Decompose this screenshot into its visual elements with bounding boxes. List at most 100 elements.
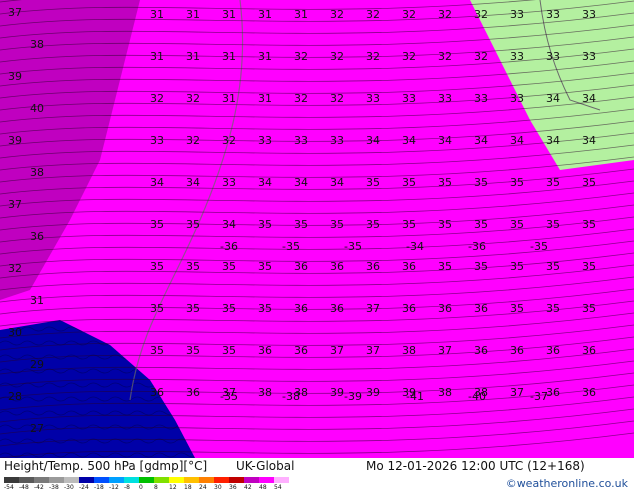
temperature-label: 34	[546, 92, 560, 105]
temperature-label: 35	[222, 344, 236, 357]
scale-tick-label: 0	[139, 484, 143, 489]
temperature-label: 32	[330, 8, 344, 21]
temperature-label: -36	[468, 240, 486, 253]
temperature-label: 36	[402, 260, 416, 273]
temperature-label: 31	[186, 50, 200, 63]
temperature-label: 32	[402, 8, 416, 21]
temperature-label: 37	[8, 6, 22, 19]
temperature-label: 39	[366, 386, 380, 399]
temperature-label: 31	[30, 294, 44, 307]
temperature-label: 36	[330, 260, 344, 273]
temperature-label: 35	[150, 260, 164, 273]
temperature-label: 32	[186, 92, 200, 105]
temperature-label: 31	[222, 50, 236, 63]
valid-time: Mo 12-01-2026 12:00 UTC (12+168)	[366, 459, 585, 473]
temperature-label: 36	[582, 386, 596, 399]
temperature-label: 35	[186, 218, 200, 231]
temperature-label: 30	[8, 326, 22, 339]
temperature-label: 38	[30, 38, 44, 51]
temperature-label: 32	[438, 8, 452, 21]
scale-swatch	[184, 477, 199, 483]
temperature-label: 38	[402, 344, 416, 357]
temperature-label: 36	[30, 230, 44, 243]
temperature-label: 34	[366, 134, 380, 147]
scale-tick-label: 24	[199, 484, 207, 489]
temperature-label: -35	[530, 240, 548, 253]
scale-tick-label: -38	[49, 484, 59, 489]
temperature-label: 32	[294, 92, 308, 105]
temperature-label: 36	[258, 344, 272, 357]
temperature-label: 36	[582, 344, 596, 357]
temperature-label: 34	[258, 176, 272, 189]
scale-swatch	[79, 477, 94, 483]
temperature-label: 36	[546, 386, 560, 399]
temperature-label: 35	[258, 260, 272, 273]
temperature-label: 34	[438, 134, 452, 147]
temperature-label: 34	[582, 92, 596, 105]
temperature-label: 39	[8, 70, 22, 83]
scale-tick-label: -24	[79, 484, 89, 489]
temperature-label: 29	[30, 358, 44, 371]
temperature-label: 40	[30, 102, 44, 115]
temperature-label: 35	[582, 260, 596, 273]
temperature-label: 36	[150, 386, 164, 399]
temperature-label: 34	[150, 176, 164, 189]
temperature-label: 36	[546, 344, 560, 357]
temperature-label: 35	[186, 344, 200, 357]
temperature-label: 32	[222, 134, 236, 147]
temperature-label: 32	[402, 50, 416, 63]
temperature-label: 33	[510, 92, 524, 105]
temperature-label: 36	[294, 260, 308, 273]
temperature-label: 36	[186, 386, 200, 399]
temperature-label: 36	[510, 344, 524, 357]
temperature-label: 35	[546, 176, 560, 189]
scale-tick-label: -42	[34, 484, 44, 489]
temperature-label: -37	[530, 390, 548, 403]
scale-tick-label: 54	[274, 484, 282, 489]
temperature-label: 33	[402, 92, 416, 105]
temperature-label: 33	[294, 134, 308, 147]
temperature-label: 32	[474, 50, 488, 63]
credit-link[interactable]: ©weatheronline.co.uk	[506, 477, 628, 490]
temperature-label: 35	[258, 218, 272, 231]
temperature-label: 34	[330, 176, 344, 189]
temperature-label: 37	[8, 198, 22, 211]
scale-swatch	[139, 477, 154, 483]
temperature-label: 35	[546, 302, 560, 315]
temperature-label: 35	[510, 176, 524, 189]
temperature-label: -35	[282, 240, 300, 253]
temperature-label: -36	[220, 240, 238, 253]
temperature-label: 31	[258, 50, 272, 63]
temperature-label: 31	[150, 50, 164, 63]
temperature-label: 39	[330, 386, 344, 399]
scale-swatch	[229, 477, 244, 483]
temperature-label: -35	[220, 390, 238, 403]
temperature-label: 38	[258, 386, 272, 399]
scale-swatch	[214, 477, 229, 483]
temperature-label: 33	[582, 50, 596, 63]
temperature-label: 35	[402, 176, 416, 189]
temperature-label: 35	[366, 176, 380, 189]
temperature-label: 35	[366, 218, 380, 231]
temperature-label: 27	[30, 422, 44, 435]
temperature-label: 37	[438, 344, 452, 357]
temperature-label: 35	[186, 302, 200, 315]
temperature-label: 32	[186, 134, 200, 147]
temperature-label: 34	[510, 134, 524, 147]
temperature-label: 35	[582, 176, 596, 189]
temperature-label: 32	[330, 92, 344, 105]
temperature-label: 35	[150, 302, 164, 315]
scale-swatch	[169, 477, 184, 483]
footer-info: Height/Temp. 500 hPa [gdmp][°C] UK-Globa…	[0, 459, 634, 475]
temperature-label: 34	[222, 218, 236, 231]
temperature-label: -41	[406, 390, 424, 403]
scale-tick-label: -54	[4, 484, 14, 489]
temperature-label: 33	[330, 134, 344, 147]
temperature-label: 35	[510, 260, 524, 273]
temperature-label: 31	[186, 8, 200, 21]
temperature-label: 33	[150, 134, 164, 147]
temperature-label: 35	[510, 302, 524, 315]
temperature-label: 31	[222, 8, 236, 21]
temperature-label: 34	[402, 134, 416, 147]
temperature-label: 37	[330, 344, 344, 357]
